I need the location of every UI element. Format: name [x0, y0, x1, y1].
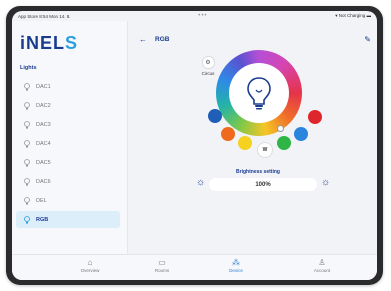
sidebar-item-dac3[interactable]: DAC3 [16, 116, 120, 133]
sidebar-item-del[interactable]: DEL [16, 192, 120, 209]
sidebar-item-label: DAC4 [36, 140, 51, 147]
sidebar-item-dac2[interactable]: DAC2 [16, 97, 120, 114]
sidebar-item-label: DAC6 [36, 178, 51, 185]
tab-label: Account [313, 268, 331, 273]
back-arrow-icon[interactable]: ← [139, 35, 147, 44]
brightness-label: Brightness setting [236, 169, 280, 175]
app-logo: iNELS [20, 33, 79, 53]
preset-orange-button[interactable] [221, 127, 235, 141]
bulb-icon [24, 120, 30, 129]
bulb-icon [24, 139, 30, 148]
sidebar-item-dac6[interactable]: DAC6 [16, 173, 120, 190]
sidebar-item-label: DAC1 [36, 83, 51, 90]
circus-mode-icon: ⚙ [201, 56, 215, 69]
brightness-slider[interactable]: 100% [209, 178, 317, 191]
edit-icon[interactable]: ✎ [364, 35, 371, 44]
preset-white-button[interactable]: W [257, 142, 273, 158]
multitask-dots-icon[interactable]: ••• [198, 13, 207, 19]
device-icon: ⁂ [232, 258, 240, 267]
app-screen: App Store 8:54 Mon 14. 8. ••• ▾ Not Char… [12, 11, 377, 280]
mode-label: Circus [201, 71, 215, 76]
color-wheel-center [229, 63, 289, 123]
section-title-lights: Lights [20, 65, 37, 71]
preset-lightblue-button[interactable] [294, 127, 308, 141]
tab-overview[interactable]: ⌂ Overview [60, 258, 120, 273]
device-detail-panel: ← RGB ✎ ⚙ Circus W Brightness setting ☼ … [128, 21, 377, 254]
bulb-icon [24, 82, 30, 91]
brightness-decrease-icon[interactable]: ☼ [196, 178, 205, 188]
sidebar-item-rgb[interactable]: RGB [16, 211, 120, 228]
status-left: App Store 8:54 Mon 14. 8. [18, 13, 71, 19]
lightbulb-icon [247, 77, 271, 110]
sidebar-item-label: DEL [36, 197, 47, 204]
sofa-icon: ▭ [158, 258, 166, 267]
sidebar-item-dac5[interactable]: DAC5 [16, 154, 120, 171]
tab-label: Rooms [154, 268, 170, 273]
white-label: W [262, 147, 268, 153]
bulb-icon [24, 196, 30, 205]
page-title: RGB [155, 36, 170, 43]
mode-circus-button[interactable]: ⚙ Circus [200, 56, 216, 76]
preset-green-button[interactable] [277, 136, 291, 150]
color-wheel[interactable] [216, 50, 302, 136]
sidebar-item-label: DAC3 [36, 121, 51, 128]
sidebar: iNELS Lights DAC1 DAC2 DAC3 DAC4 DAC5 DA… [12, 21, 128, 254]
bulb-icon [24, 177, 30, 186]
brightness-increase-icon[interactable]: ☼ [321, 178, 330, 188]
bulb-icon [24, 215, 30, 224]
user-icon: ♙ [318, 258, 326, 267]
sidebar-item-label: DAC5 [36, 159, 51, 166]
tab-account[interactable]: ♙ Account [292, 258, 352, 273]
color-wheel-handle[interactable] [277, 125, 284, 132]
bulb-icon [24, 158, 30, 167]
sidebar-item-label: DAC2 [36, 102, 51, 109]
preset-blue-button[interactable] [208, 109, 222, 123]
battery-status: Not Charging [338, 13, 366, 18]
tab-label: Overview [80, 268, 100, 273]
tab-device[interactable]: ⁂ Device [206, 258, 266, 273]
sidebar-item-label: RGB [36, 216, 49, 223]
sidebar-item-dac4[interactable]: DAC4 [16, 135, 120, 152]
tab-rooms[interactable]: ▭ Rooms [132, 258, 192, 273]
preset-yellow-button[interactable] [238, 136, 252, 150]
preset-red-button[interactable] [308, 110, 322, 124]
brightness-value: 100% [255, 181, 271, 188]
tab-label: Device [229, 268, 243, 273]
status-bar: App Store 8:54 Mon 14. 8. ••• ▾ Not Char… [12, 11, 377, 21]
status-right: ▾ Not Charging ▬ [335, 13, 371, 18]
home-icon: ⌂ [87, 258, 93, 267]
bottom-tab-bar: ⌂ Overview ▭ Rooms ⁂ Device ♙ Account [12, 254, 377, 280]
bulb-icon [24, 101, 30, 110]
sidebar-item-dac1[interactable]: DAC1 [16, 78, 120, 95]
